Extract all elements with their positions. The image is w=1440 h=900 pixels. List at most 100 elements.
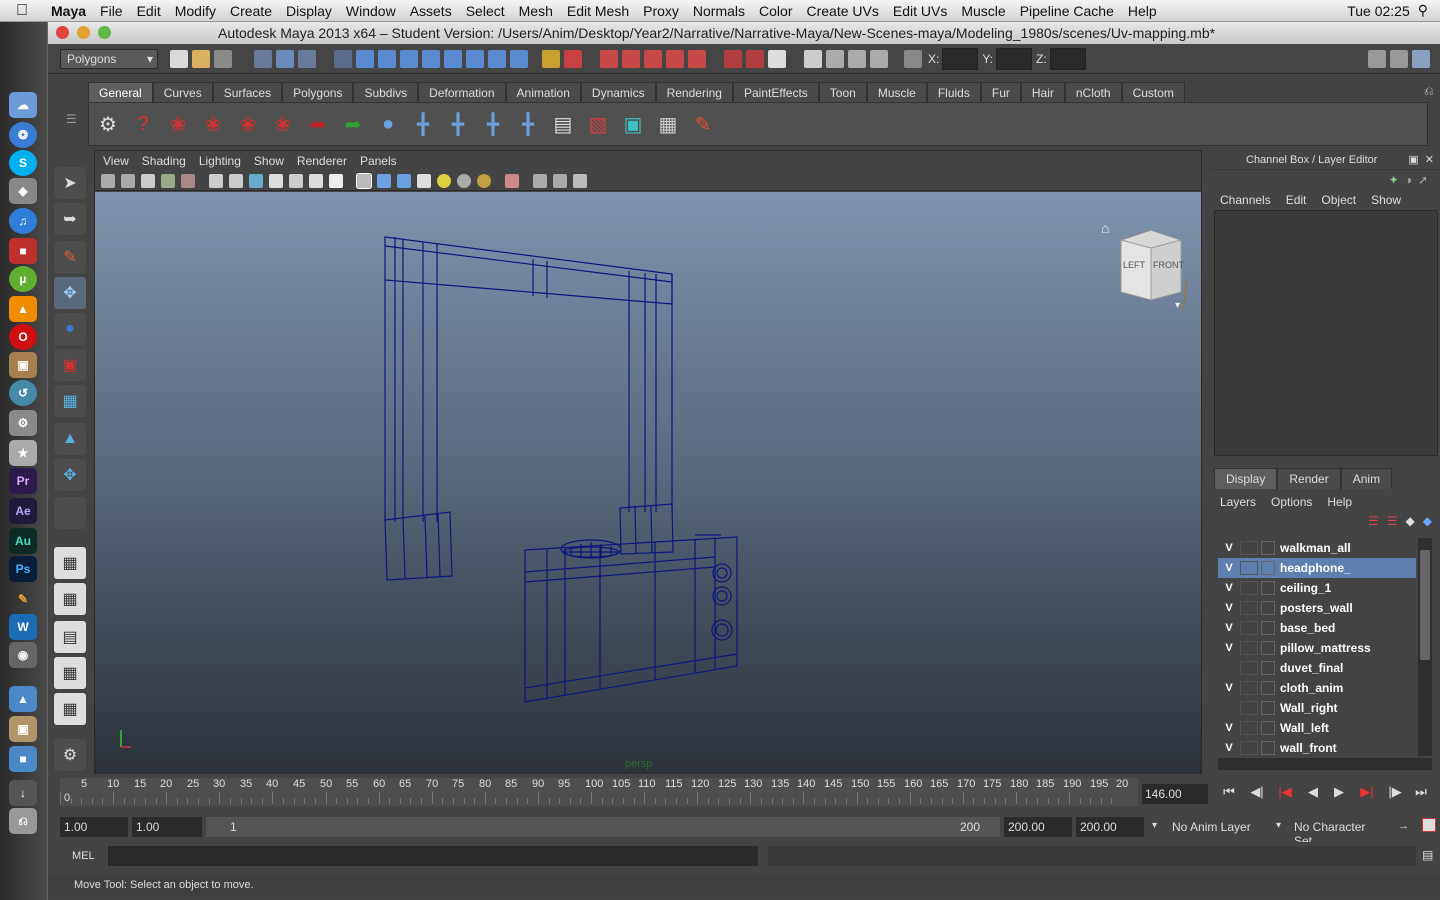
layer-row[interactable]: duvet_final	[1218, 658, 1416, 678]
output-connections-icon[interactable]	[746, 49, 764, 68]
photoshop-icon[interactable]: Ps	[9, 556, 37, 582]
channel-box-pin-icon[interactable]: ➚	[1418, 173, 1428, 187]
field-chart-icon[interactable]	[289, 173, 303, 188]
layer-tab-render[interactable]: Render	[1277, 468, 1341, 489]
xray-joints-icon[interactable]	[553, 173, 567, 188]
shelf-tab-general[interactable]: General	[88, 82, 153, 102]
new-layer-selected-icon[interactable]: ◆	[1423, 514, 1432, 528]
layer-list-scrollbar[interactable]	[1418, 538, 1432, 756]
sphere-icon[interactable]: ●	[373, 109, 403, 139]
channel-box-layout-icon[interactable]: ✦	[1389, 173, 1399, 187]
paint-icon[interactable]: ❀	[268, 109, 298, 139]
applications-folder-icon[interactable]: ▲	[9, 686, 37, 712]
shelf-tab-rendering[interactable]: Rendering	[655, 82, 733, 102]
layer-row[interactable]: V Wall_left	[1218, 718, 1416, 738]
select-handles-icon[interactable]	[356, 49, 374, 68]
render-frame-icon[interactable]	[826, 49, 844, 68]
layer-row[interactable]: Vcloth_anim	[1218, 678, 1416, 698]
layer-visibility-toggle[interactable]: V	[1218, 582, 1240, 594]
layer-menu-help[interactable]: Help	[1327, 495, 1352, 509]
menu-modify[interactable]: Modify	[168, 3, 223, 19]
new-layer-icon[interactable]: ◆	[1406, 514, 1415, 528]
channel-box-menu-show[interactable]: Show	[1371, 193, 1401, 207]
script-editor-icon[interactable]: ▤	[1422, 848, 1433, 862]
step-back-frame-button[interactable]: ◀​|	[1246, 784, 1268, 804]
menu-create[interactable]: Create	[223, 3, 279, 19]
animation-end-field[interactable]: 200.00	[1076, 817, 1144, 837]
select-hierarchy-icon[interactable]	[254, 49, 272, 68]
layer-type-toggle[interactable]	[1240, 641, 1258, 655]
cube-grid-icon[interactable]: ▦	[653, 109, 683, 139]
premiere-icon[interactable]: Pr	[9, 468, 37, 494]
zoom-window-button[interactable]	[98, 26, 111, 39]
layer-type-toggle[interactable]	[1240, 561, 1258, 575]
single-pane-layout-icon[interactable]: ▦	[54, 547, 86, 579]
shelf-tab-muscle[interactable]: Muscle	[866, 82, 927, 102]
ik-handle-icon[interactable]: ╋	[443, 109, 473, 139]
panel-float-icon[interactable]: ▣	[1408, 153, 1418, 166]
ipr-render-icon[interactable]	[848, 49, 866, 68]
downloads-stack-icon[interactable]: ↓	[9, 780, 37, 806]
layer-color-swatch[interactable]	[1261, 561, 1275, 575]
snap-to-view-plane-icon[interactable]	[666, 49, 684, 68]
grid-icon[interactable]	[209, 173, 223, 188]
system-preferences-icon[interactable]: ⚙	[9, 410, 37, 436]
high-quality-icon[interactable]	[477, 173, 491, 188]
shelf-tab-ncloth[interactable]: nCloth	[1064, 82, 1122, 102]
layer-type-toggle[interactable]	[1240, 661, 1258, 675]
view-cube-left-label[interactable]: LEFT	[1123, 260, 1145, 270]
input-connections-icon[interactable]	[724, 49, 742, 68]
layer-row[interactable]: Vbase_bed	[1218, 618, 1416, 638]
apple-icon[interactable]: 	[0, 2, 44, 20]
camera-icon[interactable]: ◉	[9, 642, 37, 668]
channel-box-menu-object[interactable]: Object	[1321, 193, 1356, 207]
safe-title-icon[interactable]	[329, 173, 343, 188]
play-backwards-button[interactable]: ◀	[1302, 784, 1324, 804]
photo-app-icon[interactable]: ◈	[9, 178, 37, 204]
menu-pipeline-cache[interactable]: Pipeline Cache	[1013, 3, 1121, 19]
layer-color-swatch[interactable]	[1261, 681, 1275, 695]
wireframe-on-shaded-icon[interactable]	[397, 173, 411, 188]
layer-type-toggle[interactable]	[1240, 741, 1258, 755]
menu-mesh[interactable]: Mesh	[512, 3, 560, 19]
last-tool-slot[interactable]	[54, 497, 86, 529]
make-live-icon[interactable]	[688, 49, 706, 68]
layer-type-toggle[interactable]	[1240, 601, 1258, 615]
shelf-tab-fluids[interactable]: Fluids	[926, 82, 981, 102]
detach-skin-icon[interactable]: ╋	[513, 109, 543, 139]
save-scene-icon[interactable]	[214, 49, 232, 68]
transform-mode-icon[interactable]	[904, 49, 922, 68]
joint-tool-icon[interactable]: ╋	[408, 109, 438, 139]
scrollbar-thumb[interactable]	[1420, 550, 1430, 660]
layer-tab-display[interactable]: Display	[1214, 468, 1278, 489]
shelf-tab-toon[interactable]: Toon	[818, 82, 867, 102]
after-effects-icon[interactable]: Ae	[9, 498, 37, 524]
layer-type-toggle[interactable]	[1240, 621, 1258, 635]
channel-box-menu-edit[interactable]: Edit	[1286, 193, 1307, 207]
layer-color-swatch[interactable]	[1261, 721, 1275, 735]
construction-history-icon[interactable]	[768, 49, 786, 68]
layer-row[interactable]: Vpillow_mattress	[1218, 638, 1416, 658]
film-gate-icon[interactable]	[229, 173, 243, 188]
menu-muscle[interactable]: Muscle	[954, 3, 1012, 19]
command-language-label[interactable]: MEL	[72, 850, 95, 862]
snap-to-grid-icon[interactable]	[600, 49, 618, 68]
paint-select-tool-icon[interactable]: ✎	[54, 241, 86, 273]
audition-icon[interactable]: Au	[9, 528, 37, 554]
select-curves-icon[interactable]	[400, 49, 418, 68]
bind-skin-icon[interactable]: ╋	[478, 109, 508, 139]
bookmarks-icon[interactable]	[141, 173, 155, 188]
channel-box-toggle-icon[interactable]	[1412, 49, 1430, 68]
play-forwards-button[interactable]: ▶	[1328, 784, 1350, 804]
photo-booth-icon[interactable]: ■	[9, 238, 37, 264]
close-window-button[interactable]	[56, 26, 69, 39]
layer-row[interactable]: Vposters_wall	[1218, 598, 1416, 618]
channel-list-area[interactable]	[1214, 210, 1438, 456]
select-object-icon[interactable]	[276, 49, 294, 68]
playback-start-field[interactable]: 1.00	[132, 817, 202, 837]
shelf-tab-subdivs[interactable]: Subdivs	[353, 82, 419, 102]
menu-edit[interactable]: Edit	[130, 3, 168, 19]
character-set-dropdown[interactable]: No Character Set	[1290, 817, 1390, 848]
shelf-menu-icon[interactable]: ☰	[66, 112, 77, 126]
move-layer-up-icon[interactable]: ☰	[1368, 514, 1379, 528]
